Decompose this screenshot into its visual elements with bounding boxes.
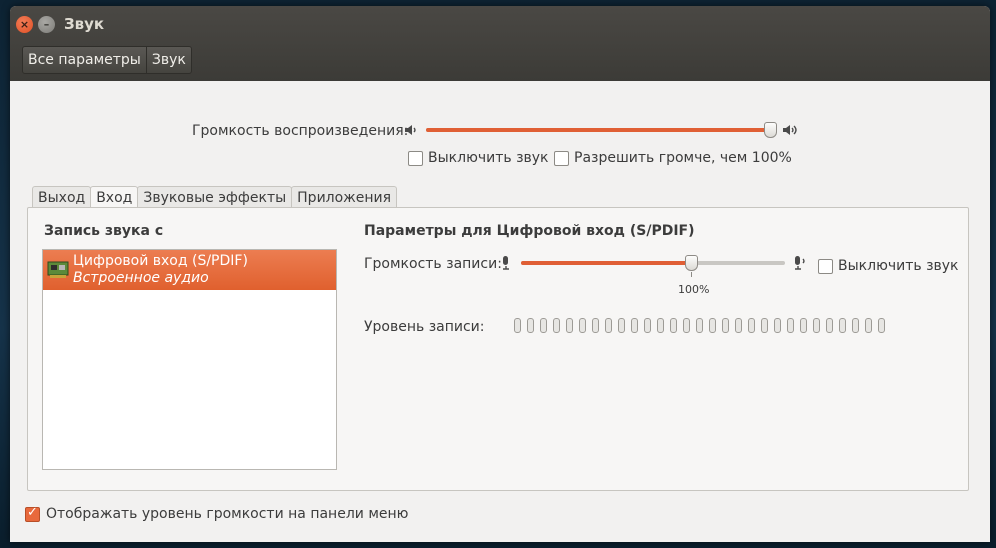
level-segment [579,318,586,333]
volume-tick [691,272,692,277]
level-segment [540,318,547,333]
level-segment [592,318,599,333]
breadcrumb: Все параметры Звук [22,46,192,74]
level-segment [644,318,651,333]
record-from-title: Запись звука с [44,223,164,239]
output-volume-fill [426,128,770,132]
speaker-high-icon [783,125,797,135]
level-segment [865,318,872,333]
speaker-low-icon [405,125,416,135]
output-volume-label: Громкость воспроизведения: [192,123,409,139]
input-device-spdif[interactable]: Цифровой вход (S/PDIF) Встроенное аудио [43,250,336,290]
input-device-list: Цифровой вход (S/PDIF) Встроенное аудио [42,249,337,470]
title-bar: × – Звук Все параметры Звук [10,6,990,81]
level-segment [566,318,573,333]
microphone-low-icon [503,256,509,270]
window-title: Звук [64,15,105,33]
level-segment [878,318,885,333]
input-mute-label: Выключить звук [838,258,959,274]
output-volume-slider[interactable] [426,128,770,132]
level-segment [722,318,729,333]
input-mute-checkbox[interactable] [818,259,833,274]
level-segment [852,318,859,333]
sound-settings-window: × – Звук Все параметры Звук Громкость во… [10,6,990,542]
level-segment [696,318,703,333]
record-level-label: Уровень записи: [364,319,485,335]
record-volume-label: Громкость записи: [364,256,502,272]
input-settings-title: Параметры для Цифровой вход (S/PDIF) [364,223,695,239]
level-segment [605,318,612,333]
record-volume-thumb[interactable] [685,255,698,271]
level-segment [826,318,833,333]
sound-card-icon [47,261,69,278]
mute-label: Выключить звук [428,150,549,166]
minimize-window-button[interactable]: – [38,16,55,33]
microphone-high-icon [795,256,805,270]
level-segment [800,318,807,333]
record-volume-value: 100% [678,283,710,296]
level-segment [527,318,534,333]
record-volume-slider[interactable] [521,261,785,265]
level-segment [774,318,781,333]
breadcrumb-all-settings[interactable]: Все параметры [23,47,146,73]
allow-louder-checkbox[interactable] [554,151,569,166]
record-volume-fill [521,261,691,265]
level-segment [631,318,638,333]
level-segment [514,318,521,333]
level-segment [553,318,560,333]
show-volume-checkbox[interactable] [25,505,40,522]
show-volume-label: Отображать уровень громкости на панели м… [46,506,409,522]
device-description: Встроенное аудио [73,270,209,286]
allow-louder-label: Разрешить громче, чем 100% [574,150,792,166]
mute-checkbox[interactable] [408,151,423,166]
tab-output[interactable]: Выход [32,186,92,209]
tab-sound-effects[interactable]: Звуковые эффекты [137,186,293,209]
level-segment [787,318,794,333]
level-segment [683,318,690,333]
level-segment [670,318,677,333]
tab-applications[interactable]: Приложения [291,186,398,209]
level-segment [813,318,820,333]
level-segment [657,318,664,333]
level-segment [761,318,768,333]
device-name: Цифровой вход (S/PDIF) [73,253,248,269]
record-level-meter [514,318,885,333]
level-segment [618,318,625,333]
level-segment [735,318,742,333]
level-segment [748,318,755,333]
level-segment [839,318,846,333]
close-window-button[interactable]: × [16,16,33,33]
output-volume-thumb[interactable] [764,122,777,138]
level-segment [709,318,716,333]
breadcrumb-sound[interactable]: Звук [145,47,191,73]
